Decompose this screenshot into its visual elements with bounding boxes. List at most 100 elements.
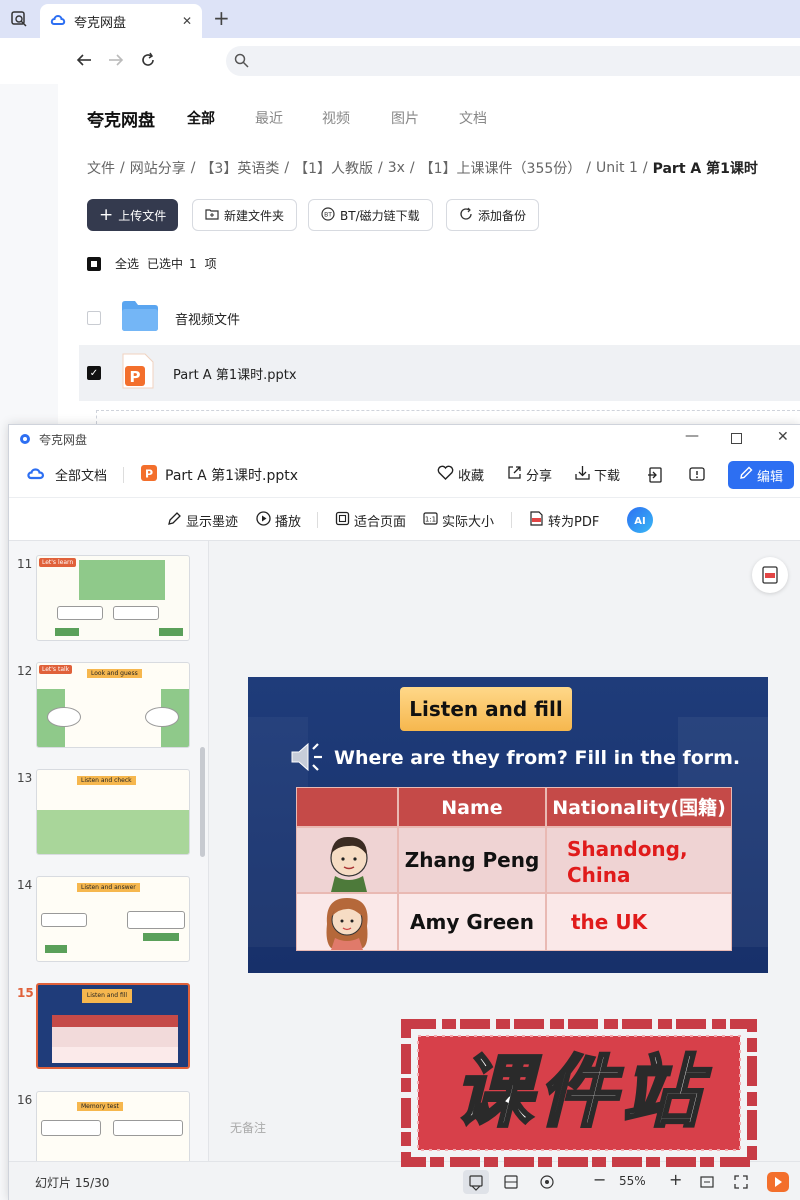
svg-text:BT: BT (324, 211, 332, 218)
slide-thumbnail[interactable]: Listen and check (36, 769, 190, 855)
thumb-table-row (52, 1027, 178, 1047)
thumb-table-row (52, 1047, 178, 1063)
play-icon (256, 511, 271, 530)
forward-icon[interactable] (108, 52, 124, 72)
avatar-amy-green (296, 893, 398, 951)
breadcrumb-item[interactable]: 3x (388, 160, 405, 176)
document-name: P Part A 第1课时.pptx (141, 465, 298, 485)
row-checkbox[interactable] (87, 311, 101, 325)
actual-size-button[interactable]: 1:1 实际大小 (423, 511, 494, 530)
backup-icon (459, 207, 473, 224)
row-checkbox-checked[interactable]: ✓ (87, 366, 101, 380)
close-icon[interactable]: ✕ (777, 429, 789, 445)
play-button[interactable]: 播放 (256, 511, 301, 530)
zoom-in-icon[interactable]: + (669, 1170, 682, 1189)
thumbnail-scrollbar[interactable] (200, 747, 205, 857)
to-pdf-button[interactable]: 转为PDF (529, 511, 599, 530)
folder-plus-icon (205, 208, 219, 223)
new-folder-button[interactable]: 新建文件夹 (192, 199, 298, 231)
thumb-banner: Memory test (77, 1102, 123, 1111)
url-input[interactable] (226, 46, 800, 76)
file-row[interactable]: 音视频文件 (79, 290, 800, 346)
thumb-number: 16 (17, 1093, 33, 1107)
thumb-label (55, 628, 79, 636)
pdf-export-icon[interactable] (752, 557, 788, 593)
speaker-icon[interactable] (290, 741, 326, 777)
tab-close-icon[interactable]: ✕ (182, 14, 192, 28)
name-cell-amy-green: Amy Green (398, 893, 546, 951)
download-button[interactable]: 下载 (575, 465, 620, 484)
slide-counter: 幻灯片 15/30 (35, 1176, 110, 1190)
thumb-bubble (113, 1120, 183, 1136)
fit-page-button[interactable]: 适合页面 (335, 511, 406, 530)
reading-view-icon[interactable] (539, 1174, 555, 1194)
breadcrumb-item[interactable]: 网站分享 (130, 158, 186, 178)
slide-thumbnail[interactable]: Let's talk Look and guess (36, 662, 190, 748)
upload-button[interactable]: + 上传文件 (87, 199, 179, 231)
browser-tab[interactable]: 夸克网盘 ✕ (40, 4, 202, 38)
fit-width-icon[interactable] (699, 1174, 715, 1194)
normal-view-icon[interactable] (463, 1170, 489, 1194)
thumb-tag: Let's talk (39, 665, 73, 674)
breadcrumb-item[interactable]: 文件 (87, 158, 115, 178)
save-to-drive-icon[interactable] (647, 467, 662, 487)
thumb-bubble (127, 911, 185, 929)
bt-download-button[interactable]: BT BT/磁力链下载 (308, 199, 433, 231)
breadcrumb-item[interactable]: 【1】人教版 (294, 158, 373, 178)
thumb-number: 11 (17, 557, 33, 571)
back-icon[interactable] (76, 52, 92, 72)
tab-recent[interactable]: 最近 (255, 108, 283, 128)
show-ink-button[interactable]: 显示墨迹 (167, 511, 238, 530)
zoom-out-icon[interactable]: − (593, 1170, 606, 1189)
minimize-icon[interactable]: — (685, 428, 699, 444)
add-backup-button[interactable]: 添加备份 (446, 199, 540, 231)
file-row-selected[interactable]: ✓ P Part A 第1课时.pptx (79, 345, 800, 401)
svg-text:AI: AI (634, 516, 645, 527)
watermark-text: 课件站 (452, 1047, 706, 1140)
favorite-button[interactable]: 收藏 (437, 465, 484, 484)
ai-assistant-icon[interactable]: AI (627, 507, 653, 533)
tab-docs[interactable]: 文档 (459, 108, 487, 128)
file-name: Part A 第1课时.pptx (173, 367, 297, 383)
download-icon (575, 465, 590, 484)
tab-images[interactable]: 图片 (391, 108, 419, 128)
file-name: 音视频文件 (175, 312, 241, 328)
slide-thumbnail-selected[interactable]: Listen and fill (36, 983, 190, 1069)
slide-thumbnail[interactable]: Memory test (36, 1091, 190, 1161)
feedback-icon[interactable] (689, 467, 705, 487)
maximize-icon[interactable] (731, 433, 742, 444)
cloud-logo-icon (27, 466, 45, 484)
viewer-subtoolbar: 显示墨迹 播放 适合页面 1:1 实际大小 转为PDF AI (9, 497, 800, 541)
browser-tab-strip: 夸克网盘 ✕ + (0, 0, 800, 38)
tab-all[interactable]: 全部 (187, 108, 215, 128)
thumb-number: 14 (17, 878, 33, 892)
grid-view-icon[interactable] (503, 1174, 519, 1194)
show-ink-label: 显示墨迹 (186, 515, 239, 530)
new-tab-icon[interactable]: + (213, 6, 230, 30)
edit-button[interactable]: 编辑 (728, 461, 794, 489)
pencil-icon (739, 466, 753, 484)
slide-thumbnail[interactable]: Listen and answer (36, 876, 190, 962)
upload-label: 上传文件 (118, 208, 167, 223)
breadcrumb-item[interactable]: 【1】上课课件（355份） (420, 158, 582, 178)
select-all-label[interactable]: 全选 (115, 255, 139, 272)
zoom-level[interactable]: 55% (619, 1174, 646, 1188)
breadcrumb-item[interactable]: Unit 1 (596, 160, 638, 176)
slideshow-icon[interactable] (767, 1172, 789, 1192)
reload-icon[interactable] (140, 52, 156, 72)
selected-text: 已选中 (147, 257, 184, 271)
slide-thumbnail[interactable]: Let's learn (36, 555, 190, 641)
share-button[interactable]: 分享 (507, 465, 552, 484)
cloud-logo-icon (50, 12, 66, 30)
selected-count: 1 (189, 256, 197, 271)
breadcrumb-current: Part A 第1课时 (652, 161, 758, 177)
breadcrumb-item[interactable]: 【3】英语类 (200, 158, 279, 178)
fullscreen-icon[interactable] (733, 1174, 749, 1194)
download-label: 下载 (594, 469, 621, 484)
add-backup-label: 添加备份 (478, 208, 527, 223)
tab-video[interactable]: 视频 (322, 108, 350, 128)
all-docs-button[interactable]: 全部文档 (27, 465, 107, 484)
select-all-checkbox[interactable] (87, 256, 101, 271)
to-pdf-label: 转为PDF (548, 515, 600, 530)
tab-search-icon[interactable] (10, 9, 30, 29)
